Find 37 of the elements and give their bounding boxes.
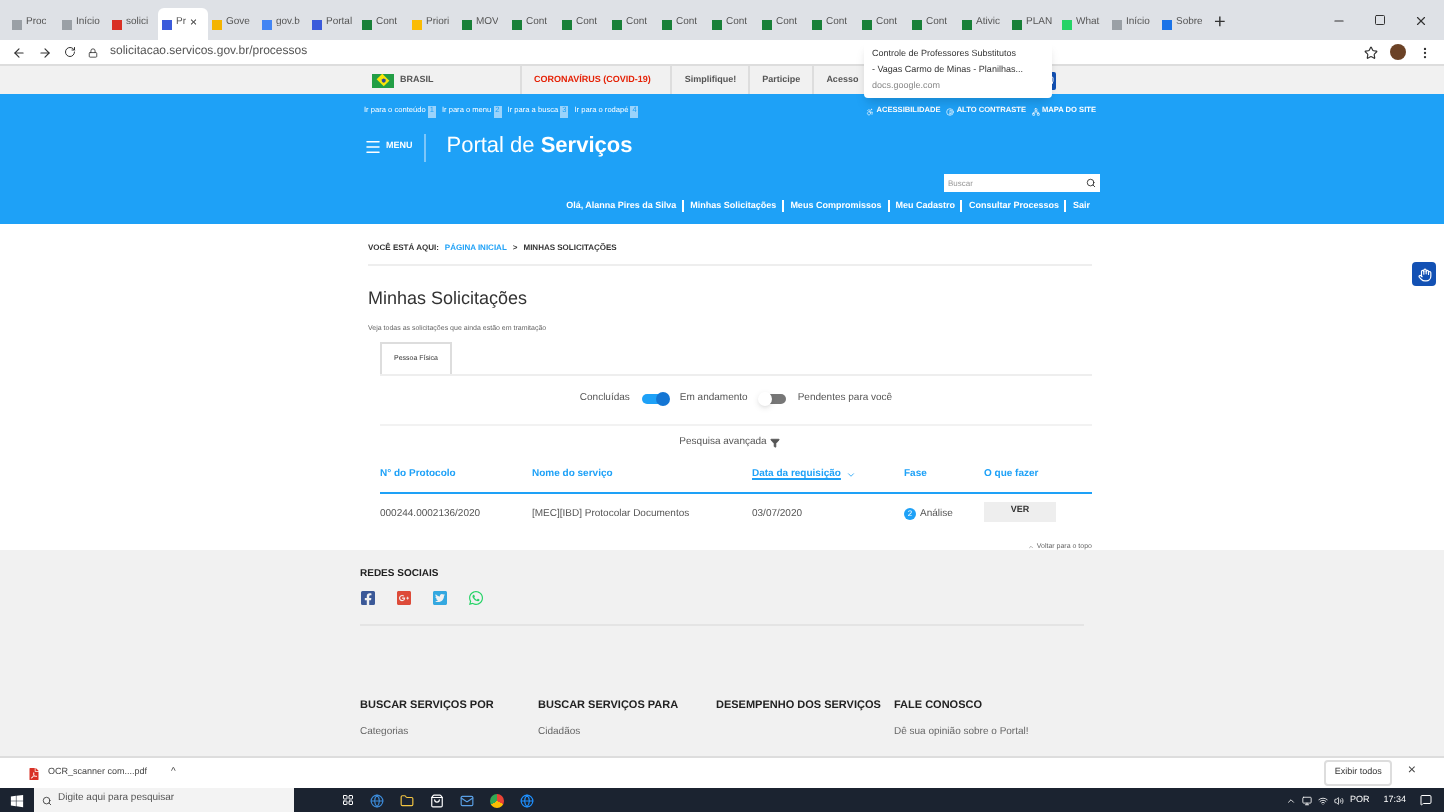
mail-icon[interactable] (460, 793, 474, 807)
volume-icon[interactable] (1333, 795, 1344, 805)
toggle-switch[interactable] (759, 394, 786, 405)
new-tab-button[interactable]: + (1214, 14, 1226, 34)
pdf-icon (28, 767, 40, 779)
task-view-icon[interactable] (342, 794, 354, 806)
tray-expand-icon[interactable] (1285, 795, 1296, 805)
google-plus-icon[interactable] (396, 589, 412, 605)
profile-avatar (1390, 44, 1406, 60)
contrast-icon (946, 107, 955, 116)
chevron-down-icon (846, 470, 857, 481)
file-explorer-icon[interactable] (400, 793, 414, 807)
forward-icon[interactable] (38, 45, 52, 59)
filter-icon (770, 437, 781, 448)
toggle-switch[interactable] (641, 394, 668, 405)
bookmark-icon[interactable] (1364, 45, 1378, 59)
wifi-icon[interactable] (1317, 795, 1328, 805)
reload-icon[interactable] (64, 46, 76, 58)
accessibility-icon (866, 107, 875, 116)
sitemap-icon (1031, 107, 1040, 116)
menu-icon (364, 138, 382, 157)
site-title: Portal de Serviços (446, 132, 633, 163)
store-icon[interactable] (430, 793, 444, 807)
back-icon[interactable] (12, 45, 26, 59)
maximize-icon[interactable] (1374, 14, 1386, 26)
search-icon (42, 795, 52, 805)
close-icon[interactable] (1414, 13, 1428, 27)
lock-icon (88, 47, 98, 57)
browser-icon[interactable] (520, 793, 534, 807)
notifications-icon[interactable] (1420, 794, 1432, 806)
accessibility-widget-icon[interactable] (1412, 262, 1436, 286)
menu-icon[interactable] (1418, 45, 1432, 59)
page-title: Minhas Solicitações (368, 286, 530, 312)
flag-icon (372, 73, 394, 87)
chrome-icon[interactable] (490, 793, 504, 807)
facebook-icon[interactable] (360, 589, 376, 605)
start-icon[interactable] (10, 793, 24, 807)
